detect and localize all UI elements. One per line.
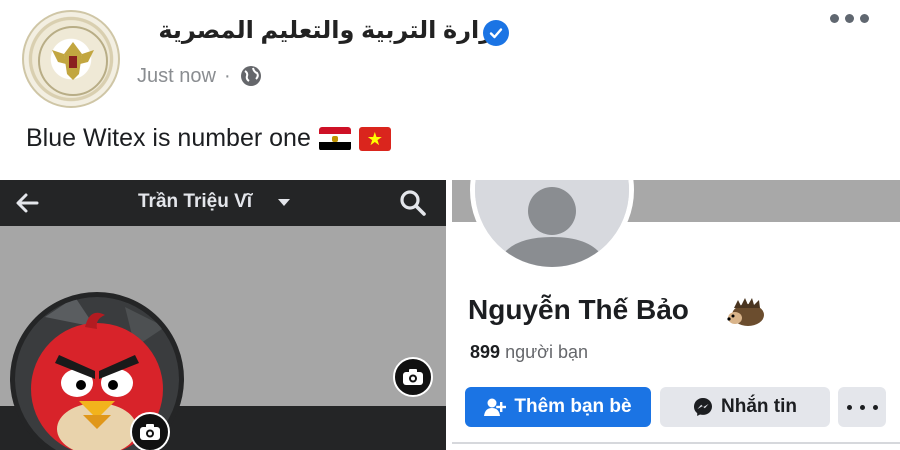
post-timestamp[interactable]: Just now (137, 65, 216, 88)
message-label: Nhắn tin (721, 396, 797, 417)
messenger-icon (694, 398, 712, 416)
right-profile-screenshot: Nguyễn Thế Bảo 899 người bạn Thêm bạn bè… (452, 180, 900, 450)
search-icon[interactable] (398, 188, 428, 218)
add-friend-button[interactable]: Thêm bạn bè (465, 387, 651, 427)
egypt-flag-icon (318, 126, 351, 151)
profile-top-bar: Trần Triệu Vĩ (0, 180, 446, 226)
post-meta: Just now · (137, 64, 263, 88)
meta-separator: · (223, 64, 231, 87)
default-avatar[interactable] (470, 180, 634, 272)
more-options-icon[interactable] (830, 14, 869, 23)
back-arrow-icon[interactable] (12, 188, 42, 218)
globe-icon[interactable] (239, 64, 263, 88)
ministry-seal-avatar[interactable] (22, 10, 120, 108)
friends-count-line[interactable]: 899 người bạn (470, 342, 588, 363)
add-friend-label: Thêm bạn bè (514, 396, 632, 417)
cover-camera-icon[interactable] (393, 357, 433, 397)
eagle-seal-icon (38, 26, 108, 96)
page-name[interactable]: وزارة التربية والتعليم المصرية (158, 16, 508, 45)
avatar-camera-icon[interactable] (130, 412, 170, 450)
friends-count: 899 (470, 342, 501, 362)
more-actions-button[interactable] (838, 387, 886, 427)
post-message: Blue Witex is number one (26, 124, 311, 152)
verified-badge-icon (483, 20, 509, 46)
post-text: Blue Witex is number one ★ (26, 124, 391, 153)
profile-name: Nguyễn Thế Bảo (468, 294, 689, 325)
default-person-icon (475, 180, 629, 267)
add-friend-icon (484, 398, 507, 416)
left-profile-screenshot: Trần Triệu Vĩ (0, 180, 446, 450)
profile-title[interactable]: Trần Triệu Vĩ (138, 191, 252, 213)
message-button[interactable]: Nhắn tin (660, 387, 830, 427)
hedgehog-icon (727, 298, 764, 326)
post-header: وزارة التربية والتعليم المصرية Just now … (0, 0, 900, 110)
vietnam-flag-icon: ★ (358, 126, 391, 151)
friends-label: người bạn (505, 342, 588, 362)
chevron-down-icon[interactable] (278, 199, 290, 206)
section-divider (452, 442, 900, 444)
